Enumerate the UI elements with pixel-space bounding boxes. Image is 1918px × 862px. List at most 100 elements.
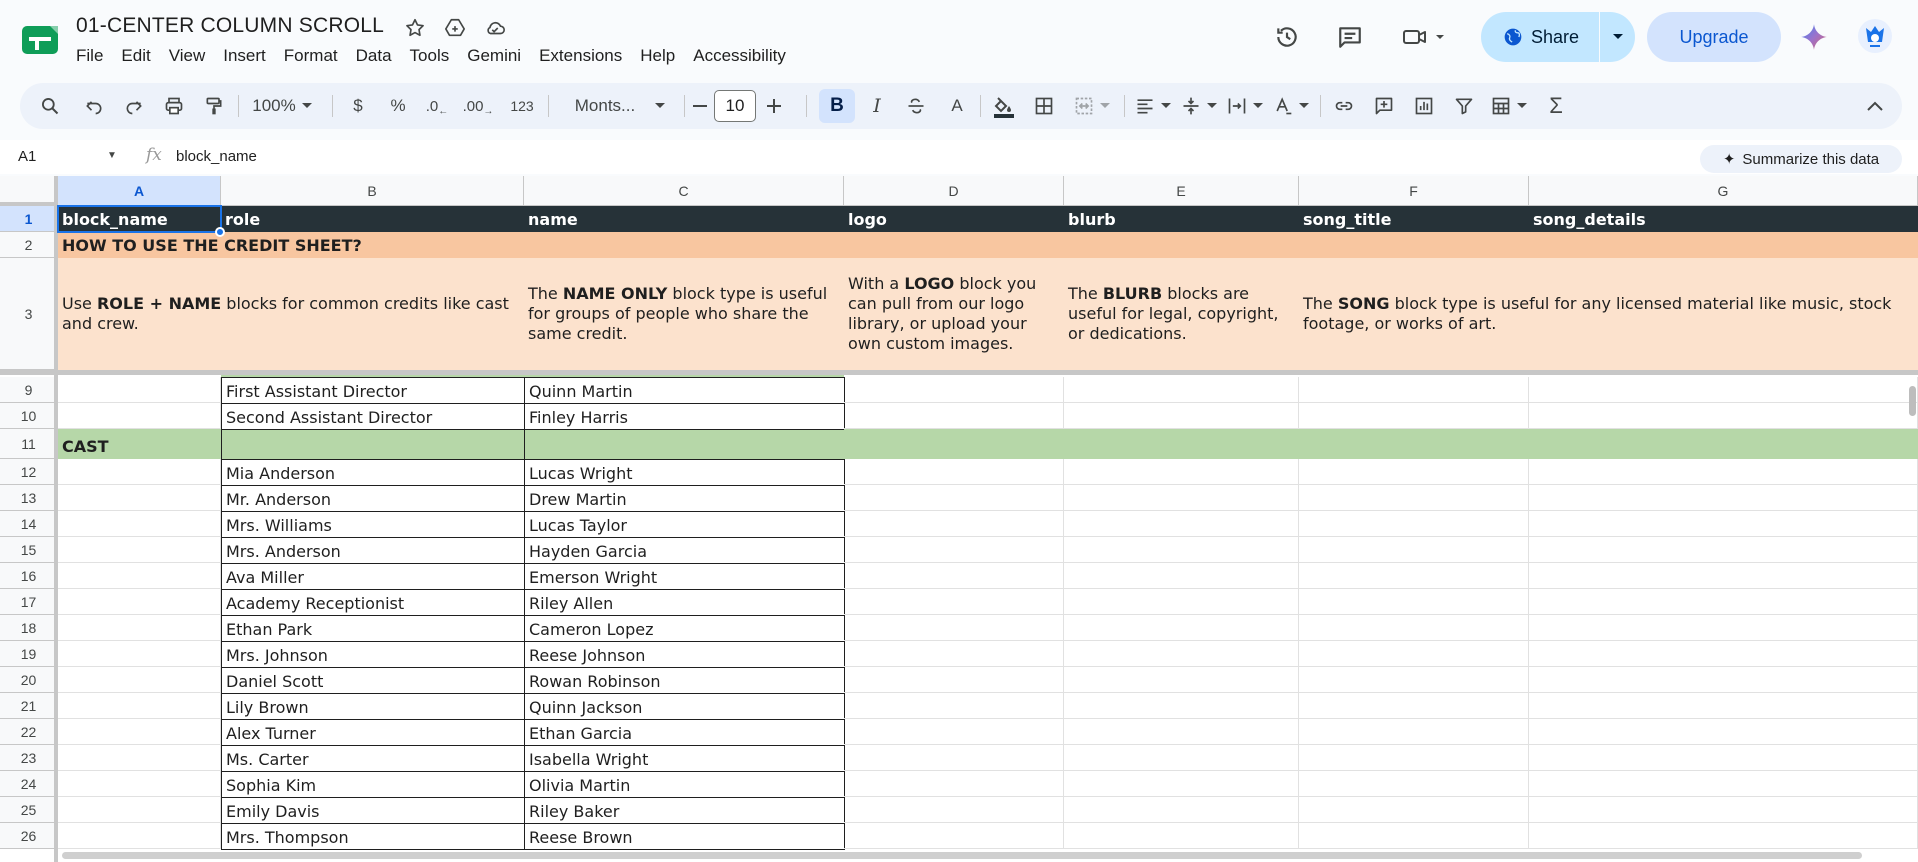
- empty-cell[interactable]: [1064, 459, 1299, 485]
- empty-cell[interactable]: [1064, 719, 1299, 745]
- row-header[interactable]: 11: [0, 429, 58, 459]
- empty-cell[interactable]: [1529, 745, 1918, 771]
- menu-extensions[interactable]: Extensions: [530, 45, 631, 67]
- empty-cell[interactable]: [1299, 615, 1529, 641]
- vertical-scrollbar[interactable]: [1906, 372, 1918, 862]
- row-header[interactable]: 1: [0, 206, 58, 232]
- paint-format-icon[interactable]: [198, 83, 230, 129]
- empty-cell[interactable]: [844, 429, 1064, 459]
- empty-cell[interactable]: [1064, 667, 1299, 693]
- redo-icon[interactable]: [118, 83, 150, 129]
- empty-cell[interactable]: [1299, 771, 1529, 797]
- sheets-logo-icon[interactable]: [20, 24, 60, 56]
- name-cell[interactable]: Ethan Garcia: [524, 719, 845, 746]
- role-cell[interactable]: Mrs. Johnson: [221, 641, 525, 668]
- column-header-e[interactable]: E: [1064, 176, 1299, 206]
- select-all-corner[interactable]: [0, 176, 58, 206]
- column-header-d[interactable]: D: [844, 176, 1064, 206]
- empty-cell[interactable]: [1529, 459, 1918, 485]
- role-cell[interactable]: Mr. Anderson: [221, 485, 525, 512]
- name-cell[interactable]: Reese Johnson: [524, 641, 845, 668]
- name-cell[interactable]: Olivia Martin: [524, 771, 845, 798]
- menu-data[interactable]: Data: [347, 45, 401, 67]
- block-name-cell[interactable]: [58, 719, 221, 745]
- filter-icon[interactable]: [1448, 83, 1480, 129]
- name-cell[interactable]: Cameron Lopez: [524, 615, 845, 642]
- zoom-select[interactable]: 100%: [242, 83, 322, 129]
- row-header[interactable]: 18: [0, 615, 58, 641]
- block-name-cell[interactable]: [58, 823, 221, 849]
- row-header[interactable]: 3: [0, 258, 58, 370]
- empty-cell[interactable]: [1299, 511, 1529, 537]
- howto-cell-e[interactable]: [1064, 232, 1299, 258]
- name-cell[interactable]: Lucas Taylor: [524, 511, 845, 538]
- role-cell[interactable]: Lily Brown: [221, 693, 525, 720]
- text-color-button[interactable]: A: [942, 83, 972, 129]
- undo-icon[interactable]: [78, 83, 110, 129]
- howto-title-cell[interactable]: HOW TO USE THE CREDIT SHEET?: [58, 232, 844, 258]
- description-cell-song[interactable]: The SONG block type is useful for any li…: [1299, 258, 1918, 370]
- description-cell-nameonly[interactable]: The NAME ONLY block type is useful for g…: [524, 258, 844, 370]
- row-header[interactable]: 9: [0, 377, 58, 403]
- functions-sigma-icon[interactable]: Σ: [1540, 83, 1572, 129]
- increase-decimal-button[interactable]: .00 →: [460, 83, 496, 129]
- empty-cell[interactable]: [1299, 823, 1529, 849]
- empty-cell[interactable]: [1299, 667, 1529, 693]
- empty-cell[interactable]: [1299, 429, 1529, 459]
- empty-cell[interactable]: [1064, 641, 1299, 667]
- role-cell[interactable]: Daniel Scott: [221, 667, 525, 694]
- block-name-cell[interactable]: [58, 615, 221, 641]
- empty-cell[interactable]: [1064, 537, 1299, 563]
- summarize-data-button[interactable]: ✦ Summarize this data: [1700, 145, 1902, 173]
- percent-format-button[interactable]: %: [382, 83, 414, 129]
- empty-cell[interactable]: [844, 797, 1064, 823]
- block-name-cell[interactable]: [58, 459, 221, 485]
- role-cell[interactable]: Mrs. Williams: [221, 511, 525, 538]
- role-cell[interactable]: Emily Davis: [221, 797, 525, 824]
- role-cell[interactable]: Academy Receptionist: [221, 589, 525, 616]
- block-name-cell[interactable]: [58, 485, 221, 511]
- empty-cell[interactable]: [1064, 745, 1299, 771]
- role-cell[interactable]: Mrs. Anderson: [221, 537, 525, 564]
- print-icon[interactable]: [158, 83, 190, 129]
- font-size-input[interactable]: 10: [714, 90, 756, 122]
- menu-edit[interactable]: Edit: [112, 45, 159, 67]
- table-view-icon[interactable]: [1486, 83, 1532, 129]
- borders-icon[interactable]: [1028, 83, 1060, 129]
- empty-cell[interactable]: [1064, 485, 1299, 511]
- empty-cell[interactable]: [1064, 511, 1299, 537]
- row-header[interactable]: 26: [0, 823, 58, 849]
- block-name-cell[interactable]: CAST: [58, 429, 221, 459]
- header-cell-a[interactable]: block_name: [58, 206, 221, 232]
- row-header[interactable]: 20: [0, 667, 58, 693]
- empty-cell[interactable]: [1299, 589, 1529, 615]
- block-name-cell[interactable]: [58, 641, 221, 667]
- block-name-cell[interactable]: [58, 403, 221, 429]
- menu-tools[interactable]: Tools: [401, 45, 459, 67]
- empty-cell[interactable]: [1529, 797, 1918, 823]
- row-header[interactable]: 24: [0, 771, 58, 797]
- name-cell[interactable]: Hayden Garcia: [524, 537, 845, 564]
- role-cell[interactable]: Ms. Carter: [221, 745, 525, 772]
- empty-cell[interactable]: [1529, 511, 1918, 537]
- empty-cell[interactable]: [1529, 537, 1918, 563]
- row-header[interactable]: 12: [0, 459, 58, 485]
- name-cell[interactable]: Rowan Robinson: [524, 667, 845, 694]
- upgrade-button[interactable]: Upgrade: [1647, 12, 1781, 62]
- decrease-decimal-button[interactable]: .0 ←: [420, 83, 454, 129]
- role-cell[interactable]: Sophia Kim: [221, 771, 525, 798]
- name-cell[interactable]: Isabella Wright: [524, 745, 845, 772]
- empty-cell[interactable]: [1064, 693, 1299, 719]
- formula-input[interactable]: block_name: [176, 148, 257, 165]
- role-cell[interactable]: First Assistant Director: [221, 377, 525, 404]
- empty-cell[interactable]: [1064, 797, 1299, 823]
- fill-color-icon[interactable]: [988, 83, 1020, 129]
- row-header[interactable]: 10: [0, 403, 58, 429]
- empty-cell[interactable]: [1529, 563, 1918, 589]
- menu-help[interactable]: Help: [631, 45, 684, 67]
- empty-cell[interactable]: [1529, 485, 1918, 511]
- header-cell-b[interactable]: role: [221, 206, 524, 232]
- name-cell[interactable]: Finley Harris: [524, 403, 845, 430]
- empty-cell[interactable]: [1064, 403, 1299, 429]
- howto-cell-d[interactable]: [844, 232, 1064, 258]
